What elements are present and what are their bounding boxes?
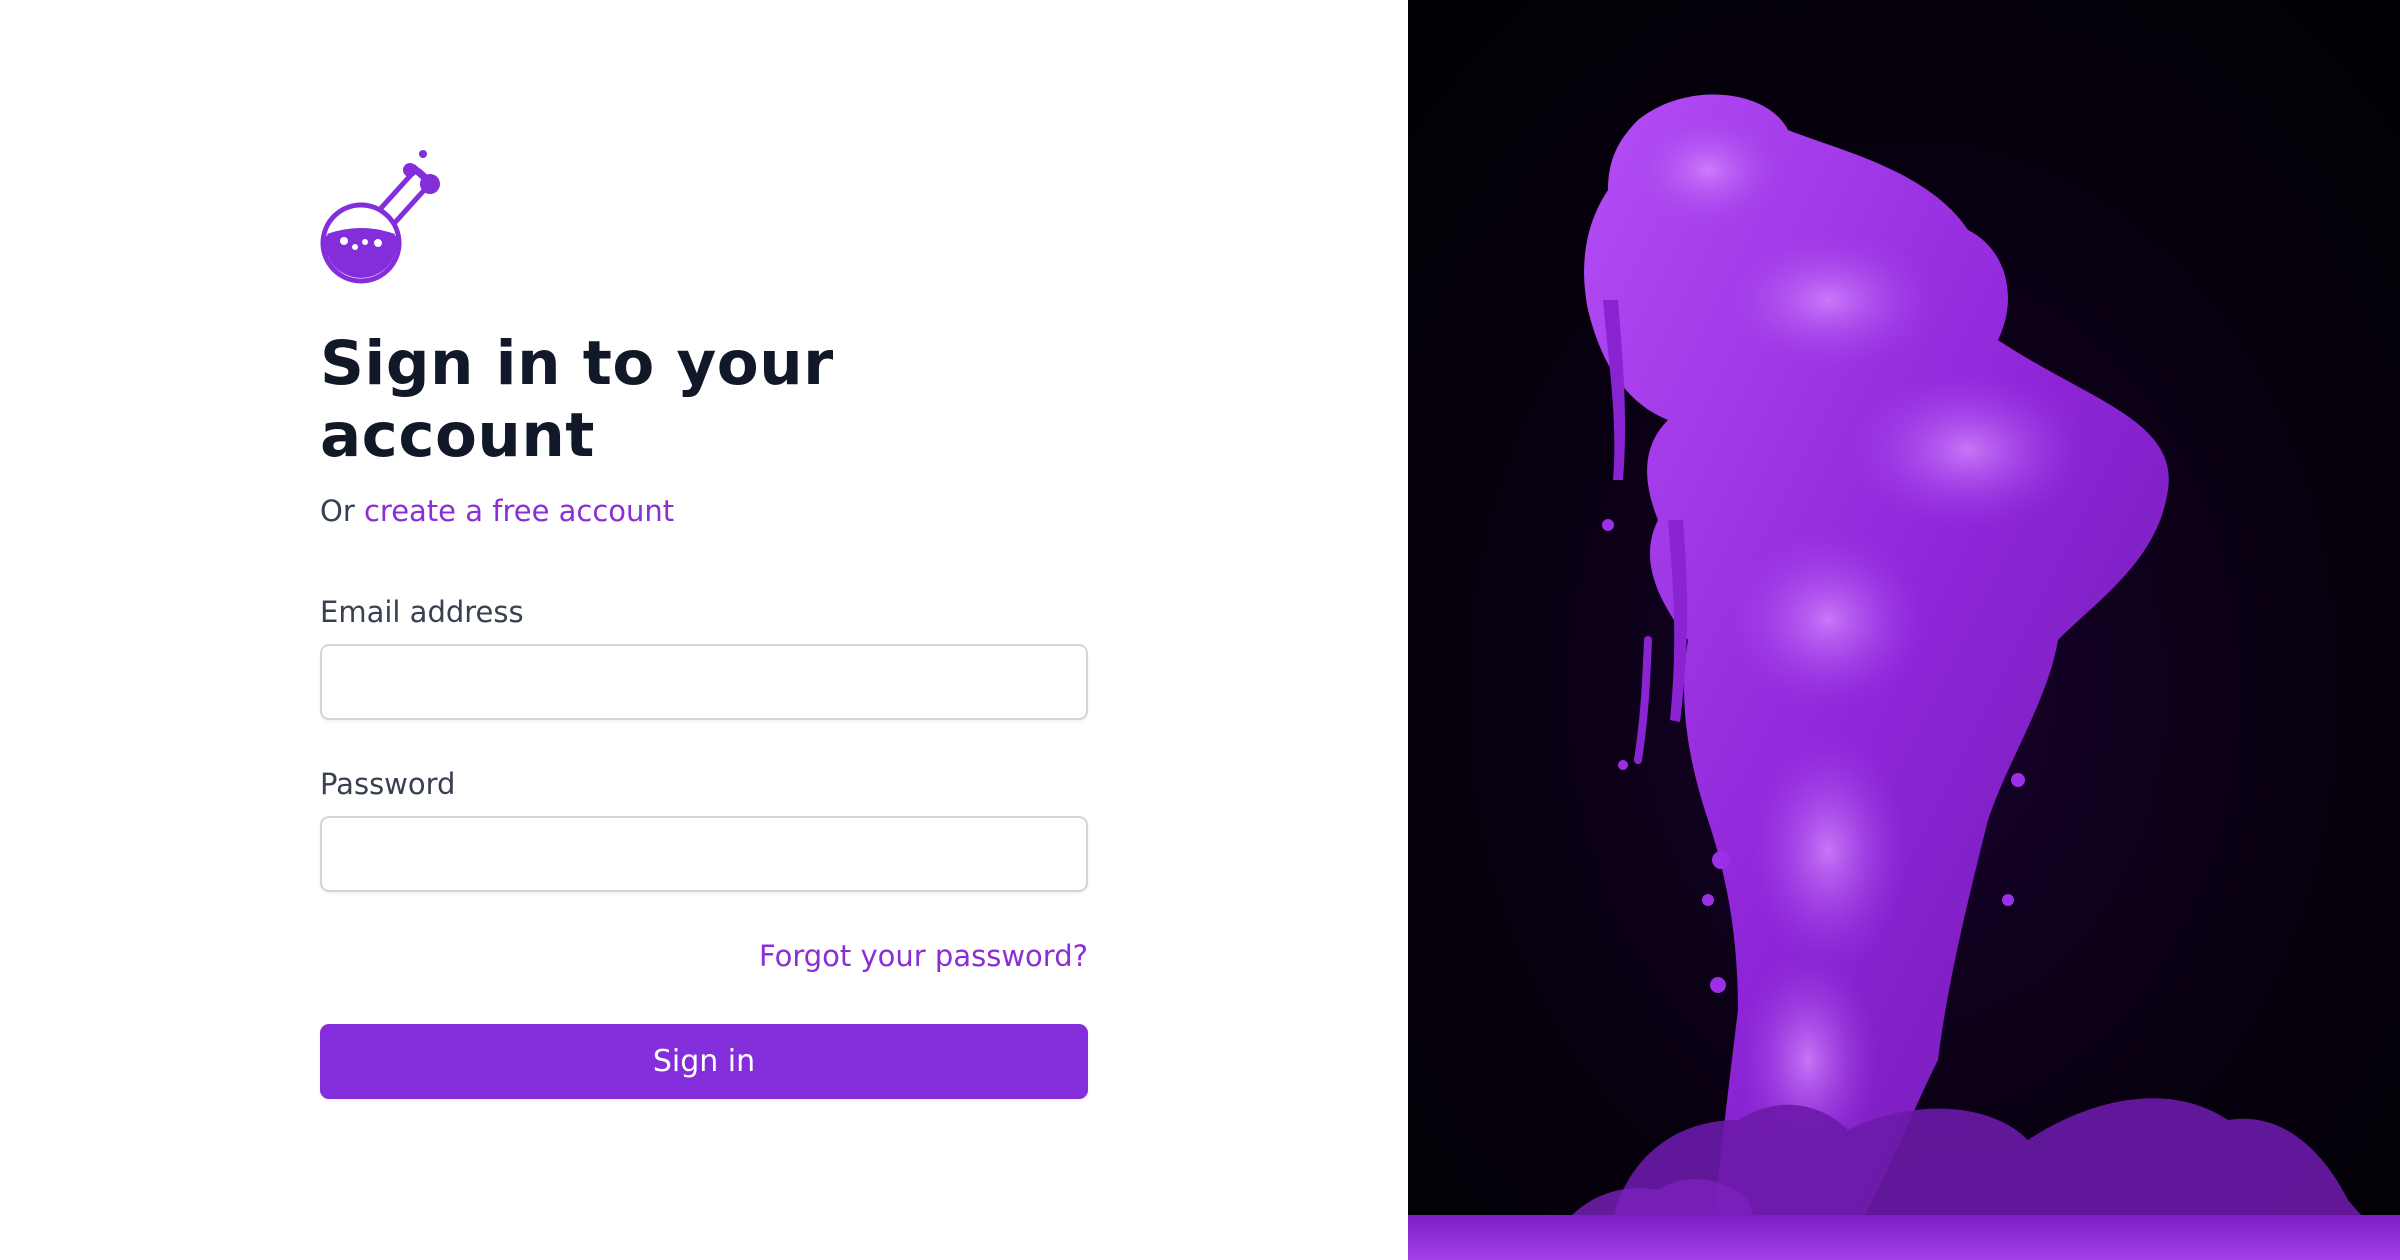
hero-image-panel bbox=[1408, 0, 2400, 1260]
subtitle-prefix: Or bbox=[320, 494, 355, 528]
email-field[interactable] bbox=[320, 644, 1088, 720]
forgot-password-link[interactable]: Forgot your password? bbox=[759, 939, 1088, 973]
sign-in-form: Sign in to your account Or create a free… bbox=[320, 150, 1088, 1099]
password-label: Password bbox=[320, 767, 456, 801]
subtitle: Or create a free account bbox=[320, 492, 1088, 530]
sign-in-panel: Sign in to your account Or create a free… bbox=[0, 0, 1408, 1260]
password-field[interactable] bbox=[320, 816, 1088, 892]
forgot-password-row: Forgot your password? bbox=[320, 938, 1088, 974]
sign-in-button[interactable]: Sign in bbox=[320, 1024, 1088, 1099]
flask-icon bbox=[320, 150, 440, 284]
create-account-link[interactable]: create a free account bbox=[364, 494, 674, 528]
page-title: Sign in to your account bbox=[320, 328, 834, 471]
email-label: Email address bbox=[320, 595, 524, 629]
purple-smoke-image bbox=[1408, 0, 2400, 1260]
sign-in-page: Sign in to your account Or create a free… bbox=[0, 0, 2400, 1260]
